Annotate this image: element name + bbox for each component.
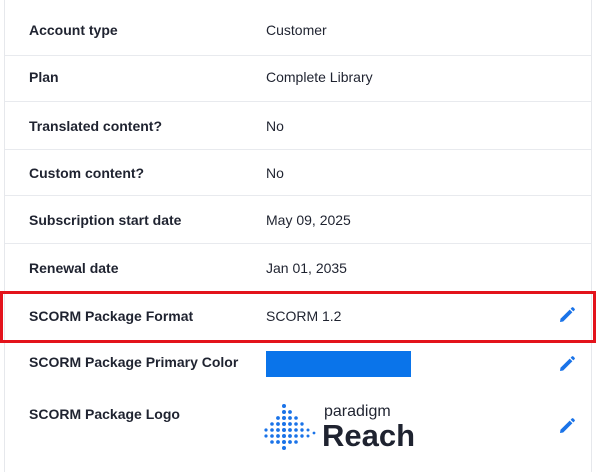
row-label: SCORM Package Logo — [29, 406, 180, 422]
row-label: SCORM Package Format — [29, 308, 194, 324]
row-renewal-date: Renewal date Jan 01, 2035 — [5, 244, 591, 292]
pencil-icon[interactable] — [558, 417, 576, 435]
row-subscription-start-date: Subscription start date May 09, 2025 — [5, 196, 591, 244]
row-plan: Plan Complete Library — [5, 56, 591, 102]
row-value: Customer — [266, 22, 327, 38]
row-scorm-package-format: SCORM Package Format SCORM 1.2 — [5, 292, 591, 342]
paradigm-reach-logo: paradigm Reach — [262, 399, 415, 453]
row-label: Subscription start date — [29, 212, 182, 228]
row-label: Custom content? — [29, 165, 145, 181]
row-label: Plan — [29, 69, 59, 85]
pencil-icon[interactable] — [558, 306, 576, 324]
row-translated-content: Translated content? No — [5, 102, 591, 150]
row-label: SCORM Package Primary Color — [29, 354, 239, 370]
row-value: SCORM 1.2 — [266, 308, 342, 324]
row-label: Translated content? — [29, 118, 163, 134]
logo-dot-mark: paradigm Reach — [264, 403, 415, 453]
row-value: No — [266, 165, 284, 181]
row-custom-content: Custom content? No — [5, 150, 591, 196]
row-value: Complete Library — [266, 69, 373, 85]
row-value: No — [266, 118, 284, 134]
row-label: Renewal date — [29, 260, 119, 276]
logo-brand-large: Reach — [322, 418, 414, 453]
pencil-icon[interactable] — [558, 355, 576, 373]
primary-color-swatch — [266, 351, 411, 377]
row-value: May 09, 2025 — [266, 212, 351, 228]
row-label: Account type — [29, 22, 118, 38]
row-value: Jan 01, 2035 — [266, 260, 347, 276]
row-account-type: Account type Customer — [5, 0, 591, 56]
